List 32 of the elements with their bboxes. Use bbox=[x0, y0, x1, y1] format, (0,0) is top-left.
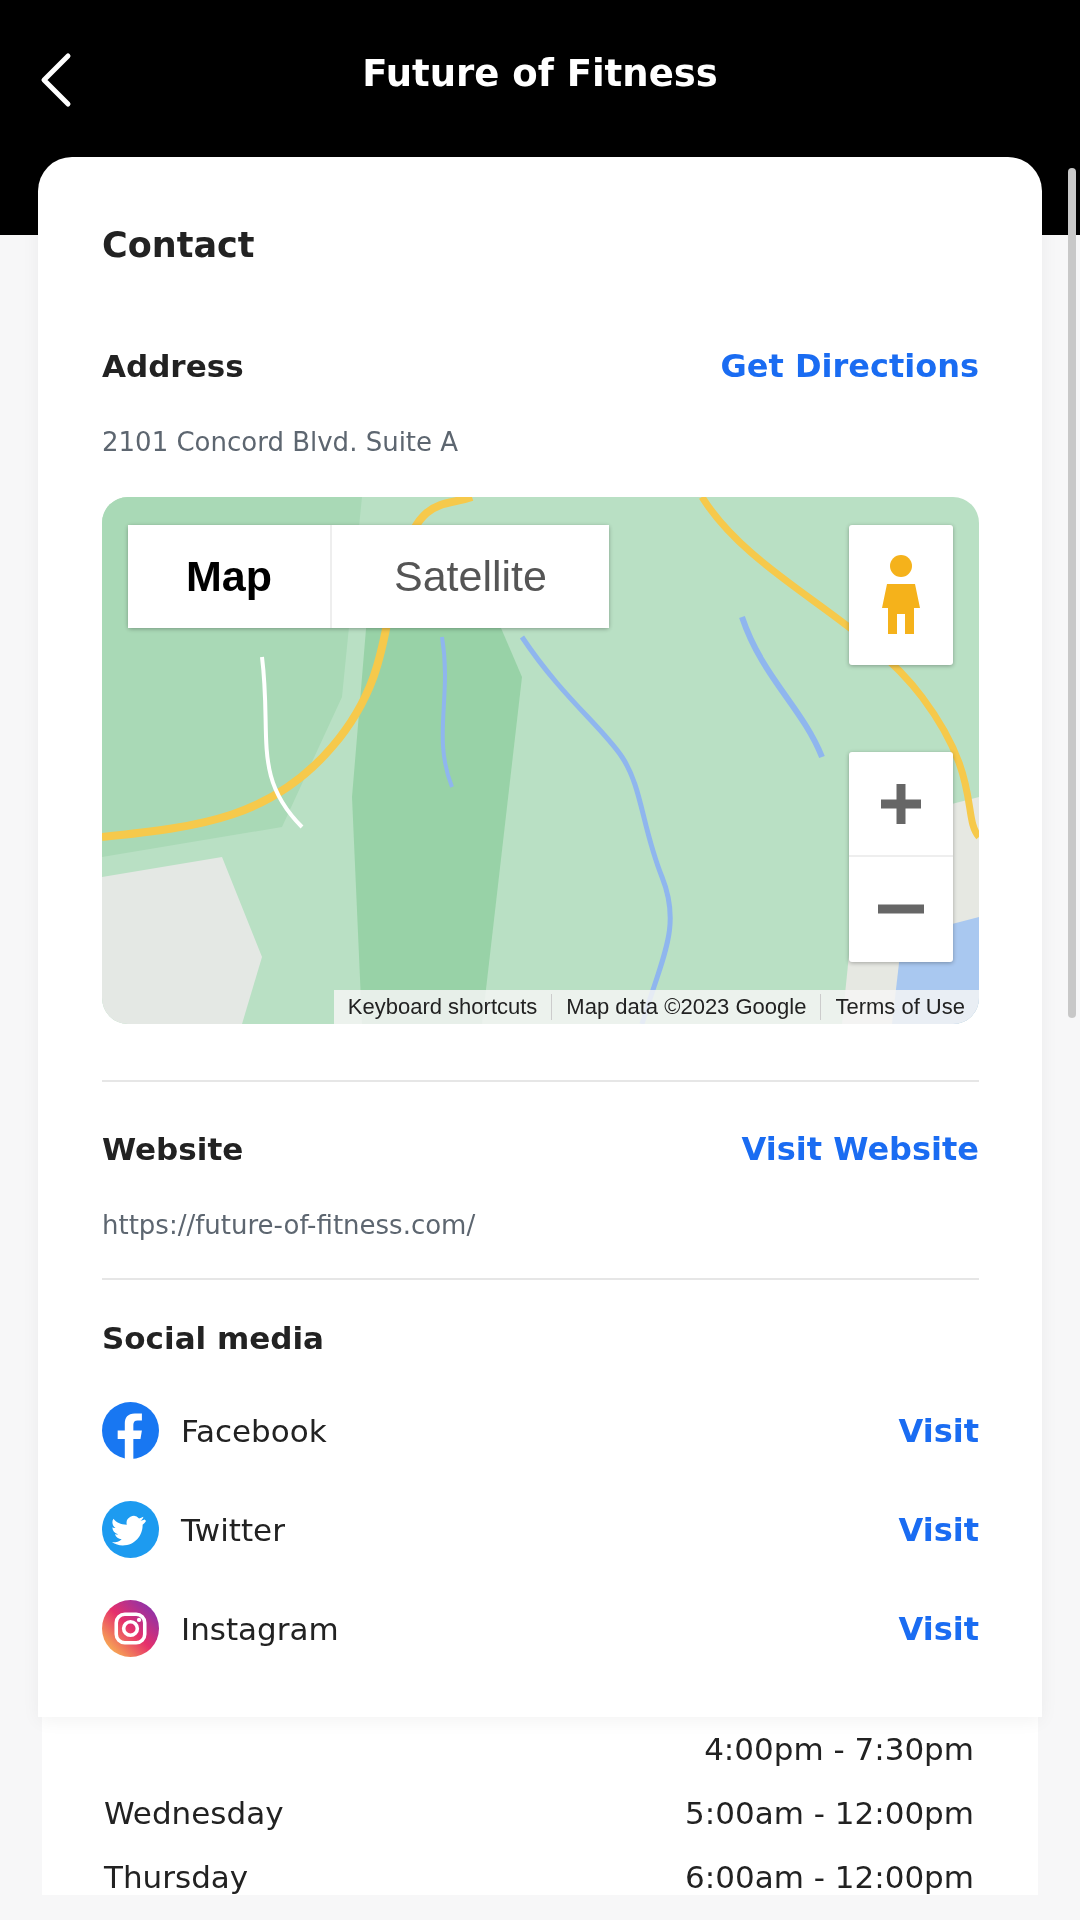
map-type-tab[interactable]: Satellite bbox=[332, 525, 609, 628]
section-label: Social media bbox=[102, 1320, 325, 1356]
visit-link[interactable]: Visit bbox=[898, 1609, 979, 1648]
visit-link[interactable]: Visit bbox=[898, 1510, 979, 1549]
visit-website-link[interactable]: Visit Website bbox=[741, 1130, 979, 1168]
keyboard-shortcuts-link[interactable]: Keyboard shortcuts bbox=[333, 994, 552, 1020]
minus-icon bbox=[878, 904, 924, 914]
person-icon bbox=[881, 554, 921, 636]
map-data-text: Map data ©2023 Google bbox=[551, 994, 821, 1020]
map-view[interactable]: Map Satellite Keyboard shortcuts Map data ©2023 Google Terms of Use bbox=[102, 497, 979, 1024]
hours-text: 5:00am - 12:00pm bbox=[685, 1795, 974, 1831]
bird-icon bbox=[102, 1501, 159, 1558]
social-name: Twitter bbox=[181, 1511, 285, 1548]
facebook-icon bbox=[102, 1402, 159, 1459]
field-label: Website bbox=[102, 1131, 244, 1167]
day-label: Wednesday bbox=[104, 1795, 284, 1831]
map-type-tab[interactable]: Map bbox=[128, 525, 332, 628]
day-label: Thursday bbox=[104, 1859, 249, 1895]
field-label: Address bbox=[102, 348, 244, 384]
website-url: https://future-of-fitness.com/ bbox=[102, 1210, 477, 1240]
camera-icon bbox=[102, 1600, 159, 1657]
hours-text: 6:00am - 12:00pm bbox=[685, 1859, 974, 1895]
hours-text: 4:00pm - 7:30pm bbox=[704, 1731, 974, 1767]
address-text: 2101 Concord Blvd. Suite A bbox=[102, 427, 460, 457]
terms-link[interactable]: Terms of Use bbox=[820, 994, 979, 1020]
screen-title: Future of Fitness bbox=[362, 52, 718, 95]
social-name: Facebook bbox=[181, 1412, 327, 1449]
section-title: Contact bbox=[102, 225, 256, 265]
plus-icon bbox=[878, 781, 924, 827]
social-name: Instagram bbox=[181, 1610, 339, 1647]
directions-link[interactable]: Get Directions bbox=[720, 347, 979, 385]
visit-link[interactable]: Visit bbox=[898, 1411, 979, 1450]
